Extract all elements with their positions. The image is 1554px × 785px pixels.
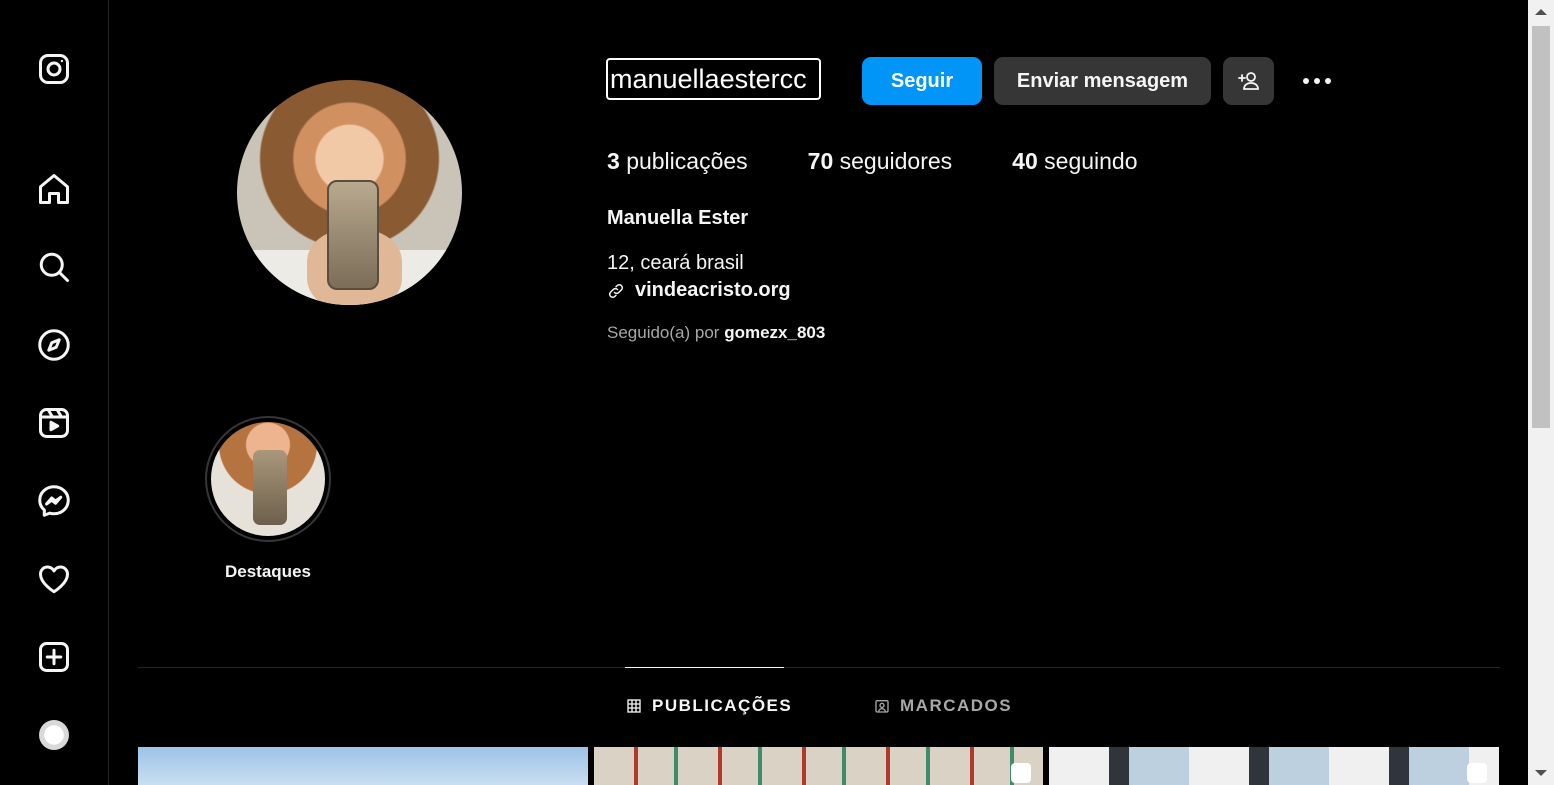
- following-label: seguindo: [1044, 148, 1138, 174]
- tabs-divider: [138, 667, 1500, 668]
- avatar-photo-detail: [327, 180, 379, 290]
- tab-tagged[interactable]: MARCADOS: [874, 696, 1012, 716]
- sidebar: [0, 0, 109, 785]
- search-icon[interactable]: [34, 247, 74, 287]
- scroll-down-arrow-icon[interactable]: [1535, 770, 1547, 776]
- following-count: 40: [1012, 148, 1038, 174]
- tagged-person-icon: [875, 700, 889, 713]
- post-thumbnail[interactable]: [1049, 747, 1499, 785]
- highlight-label: Destaques: [225, 562, 311, 581]
- followed-by[interactable]: Seguido(a) por gomezx_803: [607, 323, 825, 343]
- active-tab-indicator: [625, 667, 784, 668]
- following-stat[interactable]: 40 seguindo: [1012, 148, 1137, 175]
- explore-compass-icon[interactable]: [34, 325, 74, 365]
- post-thumbnail[interactable]: [594, 747, 1043, 785]
- grid-icon: [627, 699, 641, 713]
- more-dot-icon: [1314, 78, 1320, 84]
- link-icon: [608, 283, 624, 298]
- carousel-icon: [1467, 763, 1487, 783]
- more-dot-icon: [1303, 78, 1309, 84]
- posts-count: 3: [607, 148, 620, 174]
- profile-stats: 3 publicações 70 seguidores 40 seguindo: [607, 148, 1198, 175]
- more-dot-icon: [1325, 78, 1331, 84]
- create-plus-icon[interactable]: [34, 637, 74, 677]
- highlight-cover: [211, 422, 325, 536]
- profile-link-text: vindeacristo.org: [635, 279, 791, 301]
- send-message-button[interactable]: Enviar mensagem: [994, 57, 1211, 105]
- more-options-button[interactable]: [1296, 66, 1338, 96]
- scroll-thumb[interactable]: [1532, 26, 1550, 428]
- scroll-up-arrow-icon[interactable]: [1535, 9, 1547, 15]
- instagram-profile-page: manuellaestercc Seguir Enviar mensagem 3…: [0, 0, 1554, 785]
- followers-stat[interactable]: 70 seguidores: [808, 148, 953, 175]
- profile-bio: 12, ceará brasil: [607, 252, 744, 274]
- suggested-users-button[interactable]: [1223, 57, 1274, 105]
- profile-link[interactable]: vindeacristo.org: [607, 279, 791, 302]
- followed-by-prefix: Seguido(a) por: [607, 323, 720, 342]
- reels-icon[interactable]: [34, 403, 74, 443]
- posts-stat: 3 publicações: [607, 148, 748, 175]
- profile-avatar-icon[interactable]: [34, 715, 74, 755]
- tab-tagged-label: MARCADOS: [900, 696, 1013, 715]
- carousel-icon: [1011, 763, 1031, 783]
- profile-main: manuellaestercc Seguir Enviar mensagem 3…: [110, 0, 1528, 785]
- post-thumbnail[interactable]: [138, 747, 588, 785]
- posts-label: publicações: [626, 148, 748, 174]
- story-highlight[interactable]: [205, 416, 331, 542]
- heart-icon[interactable]: [34, 559, 74, 599]
- instagram-logo-icon[interactable]: [34, 49, 74, 89]
- profile-username: manuellaestercc: [606, 58, 821, 100]
- followed-by-user: gomezx_803: [724, 323, 826, 342]
- followers-count: 70: [807, 148, 834, 174]
- tab-posts[interactable]: PUBLICAÇÕES: [626, 696, 792, 716]
- add-person-icon: [1237, 72, 1259, 90]
- profile-full-name: Manuella Ester: [607, 207, 749, 229]
- followers-label: seguidores: [839, 148, 953, 174]
- tab-posts-label: PUBLICAÇÕES: [652, 696, 793, 715]
- highlight-photo-detail: [253, 450, 287, 525]
- profile-avatar[interactable]: [237, 80, 462, 305]
- home-icon[interactable]: [34, 169, 74, 209]
- page-scrollbar[interactable]: [1528, 0, 1554, 785]
- messenger-icon[interactable]: [34, 481, 74, 521]
- follow-button[interactable]: Seguir: [862, 57, 982, 105]
